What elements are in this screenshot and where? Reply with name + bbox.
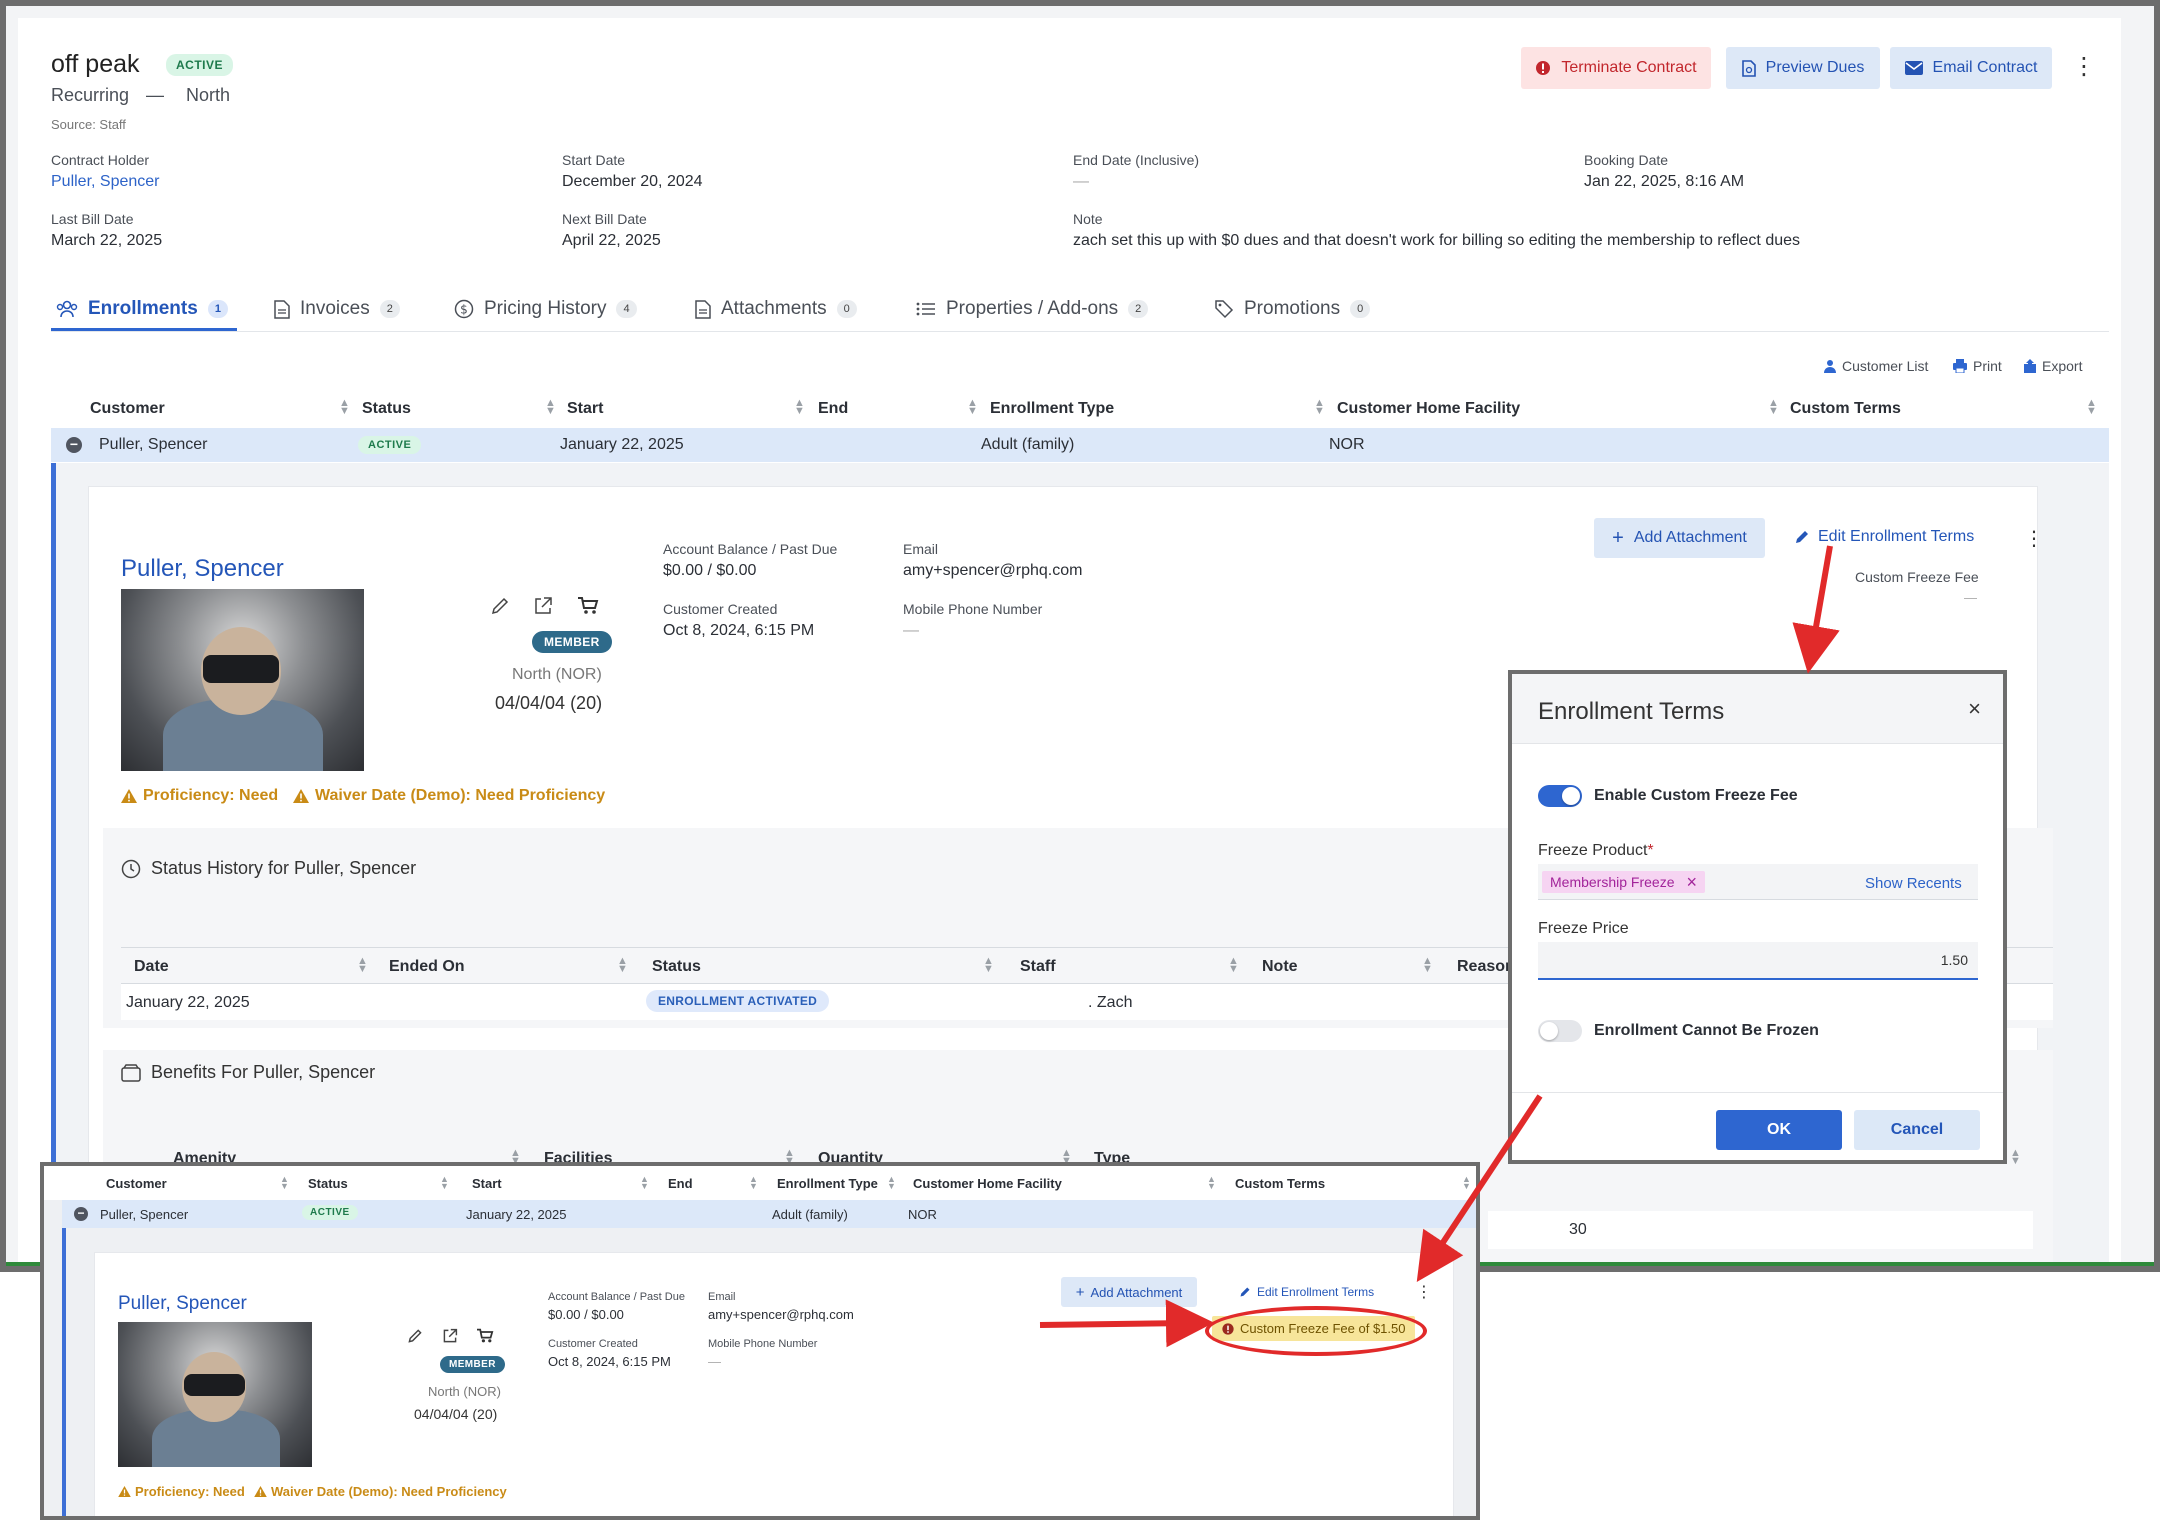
arrow-to-badge-horizontal bbox=[1039, 1299, 1214, 1348]
annotation-arrows bbox=[1039, 545, 1840, 1348]
arrow-to-badge-diagonal bbox=[1416, 1094, 1543, 1283]
arrow-to-dialog bbox=[1792, 545, 1840, 674]
